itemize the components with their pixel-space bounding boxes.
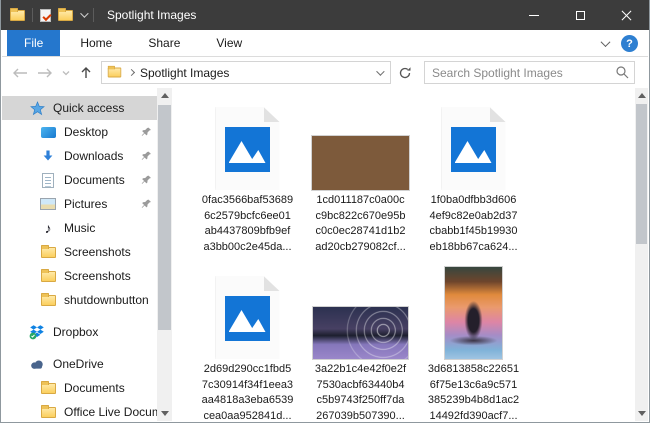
file-item[interactable]: 2d69d290cc1fbd5 7c30914f34f1eea3 aa4818a3e… [194, 265, 301, 423]
document-icon [40, 172, 56, 188]
sidebar-item-music[interactable]: ♪ Music [2, 216, 157, 240]
address-box[interactable]: Spotlight Images [101, 61, 391, 84]
new-folder-icon[interactable] [58, 7, 73, 21]
folder-icon [40, 268, 56, 284]
search-input[interactable] [424, 61, 635, 84]
generic-image-file-icon [215, 107, 280, 190]
separator [32, 8, 33, 22]
pin-icon [141, 199, 151, 208]
file-name: 0fac3566baf53689 6c2579bcfc6ee01 ab4437809… [201, 194, 294, 253]
sidebar-scrollbar[interactable] [157, 88, 172, 421]
music-note-icon: ♪ [44, 220, 52, 236]
up-button-icon[interactable] [79, 66, 93, 79]
sidebar-item-screenshots-1[interactable]: Screenshots [2, 240, 157, 264]
search-box [424, 61, 635, 84]
file-name: 1cd011187c0a00c c9bc822c670e95b c0c0ec2874… [315, 194, 406, 253]
folder-icon [40, 404, 56, 420]
file-name: 1f0ba0dfbb3d606 4ef9c82e0ab2d37 cbabb1f45b… [429, 194, 518, 253]
sidebar-item-office-live-documents[interactable]: Office Live Documen [2, 400, 157, 421]
star-icon [29, 100, 45, 116]
sidebar-item-desktop[interactable]: Desktop [2, 120, 157, 144]
search-icon[interactable] [615, 65, 629, 79]
check-file-icon[interactable] [40, 8, 51, 22]
folder-icon [40, 292, 56, 308]
breadcrumb-chevron-icon[interactable] [127, 68, 136, 77]
download-arrow-icon [40, 148, 56, 164]
tab-view[interactable]: View [200, 30, 258, 56]
content-area: Quick access Desktop Downloads Documents… [2, 88, 648, 423]
address-bar: Spotlight Images [2, 57, 648, 88]
refresh-button[interactable] [398, 66, 412, 80]
dropbox-icon [29, 324, 45, 340]
refresh-icon [399, 66, 411, 78]
lavender-field-photo [313, 307, 408, 359]
file-item[interactable]: 1f0ba0dfbb3d606 4ef9c82e0ab2d37 cbabb1f45b… [420, 96, 527, 255]
minimize-icon [529, 14, 539, 16]
scroll-down-icon[interactable] [635, 406, 648, 421]
file-item[interactable]: 0fac3566baf53689 6c2579bcfc6ee01 ab4437809… [194, 96, 301, 255]
sidebar-item-screenshots-2[interactable]: Screenshots [2, 264, 157, 288]
file-item[interactable]: 1cd011187c0a00c c9bc822c670e95b c0c0ec2874… [307, 96, 414, 255]
separator [93, 8, 94, 22]
scrollbar-thumb[interactable] [158, 105, 171, 330]
water-drop-sunset-photo [445, 267, 502, 359]
file-list: 0fac3566baf53689 6c2579bcfc6ee01 ab4437809… [172, 88, 635, 423]
file-item[interactable]: 3a22b1c4e42f0e2f 7530acbf63440b4 c5b9743f2… [307, 265, 414, 423]
sidebar-item-shutdownbutton[interactable]: shutdownbutton [2, 288, 157, 312]
maximize-icon [575, 10, 585, 20]
window-title: Spotlight Images [107, 8, 197, 22]
folder-icon [40, 380, 56, 396]
onedrive-cloud-icon [29, 356, 45, 372]
sidebar-item-onedrive[interactable]: OneDrive [2, 352, 157, 376]
sidebar-item-dropbox[interactable]: Dropbox [2, 320, 157, 344]
sidebar-item-onedrive-documents[interactable]: Documents [2, 376, 157, 400]
sidebar-item-documents[interactable]: Documents [2, 168, 157, 192]
pin-icon [141, 127, 151, 136]
chevron-down-icon[interactable] [80, 9, 89, 18]
close-button[interactable] [603, 0, 649, 30]
recent-locations-chevron-icon[interactable] [62, 70, 70, 76]
file-name: 2d69d290cc1fbd5 7c30914f34f1eea3 aa4818a3e… [201, 363, 294, 422]
back-button-icon[interactable] [12, 67, 28, 79]
address-dropdown-icon[interactable] [376, 66, 385, 76]
file-name: 3d6813858c22651 6f75e13c6a9c571 385239b4b8… [427, 363, 520, 422]
sidebar-item-pictures[interactable]: Pictures [2, 192, 157, 216]
folder-icon [40, 244, 56, 260]
generic-image-file-icon [441, 107, 506, 190]
app-folder-icon [10, 7, 25, 21]
picture-icon [40, 196, 56, 212]
tab-home[interactable]: Home [64, 30, 128, 56]
expand-ribbon-icon[interactable] [600, 37, 611, 48]
scroll-up-icon[interactable] [635, 88, 648, 103]
title-bar: Spotlight Images [1, 0, 649, 30]
scroll-down-icon[interactable] [157, 406, 172, 421]
scroll-up-icon[interactable] [157, 88, 172, 103]
minimize-button[interactable] [511, 0, 557, 30]
breadcrumb-path[interactable]: Spotlight Images [140, 66, 376, 80]
ribbon-tab-bar: File Home Share View ? [2, 30, 648, 57]
sidebar-item-quick-access[interactable]: Quick access [2, 96, 157, 120]
forward-button-icon[interactable] [37, 67, 53, 79]
breadcrumb-folder-icon [107, 65, 122, 78]
explorer-window: Spotlight Images File Home Share View ? … [0, 0, 650, 423]
content-scrollbar[interactable] [635, 88, 648, 421]
close-icon [621, 10, 632, 21]
pin-icon [141, 175, 151, 184]
canyon-aerial-photo [312, 136, 409, 190]
scrollbar-thumb[interactable] [636, 104, 647, 244]
maximize-button[interactable] [557, 0, 603, 30]
sidebar-item-label: Quick access [53, 101, 125, 115]
tab-share[interactable]: Share [132, 30, 196, 56]
help-icon[interactable]: ? [621, 35, 638, 52]
sidebar-item-downloads[interactable]: Downloads [2, 144, 157, 168]
file-name: 3a22b1c4e42f0e2f 7530acbf63440b4 c5b9743f2… [314, 363, 407, 422]
tab-file[interactable]: File [7, 30, 61, 56]
file-item[interactable]: 3d6813858c22651 6f75e13c6a9c571 385239b4b8… [420, 265, 527, 423]
desktop-icon [40, 124, 56, 140]
navigation-pane: Quick access Desktop Downloads Documents… [2, 88, 157, 421]
generic-image-file-icon [215, 276, 280, 359]
pin-icon [141, 151, 151, 160]
